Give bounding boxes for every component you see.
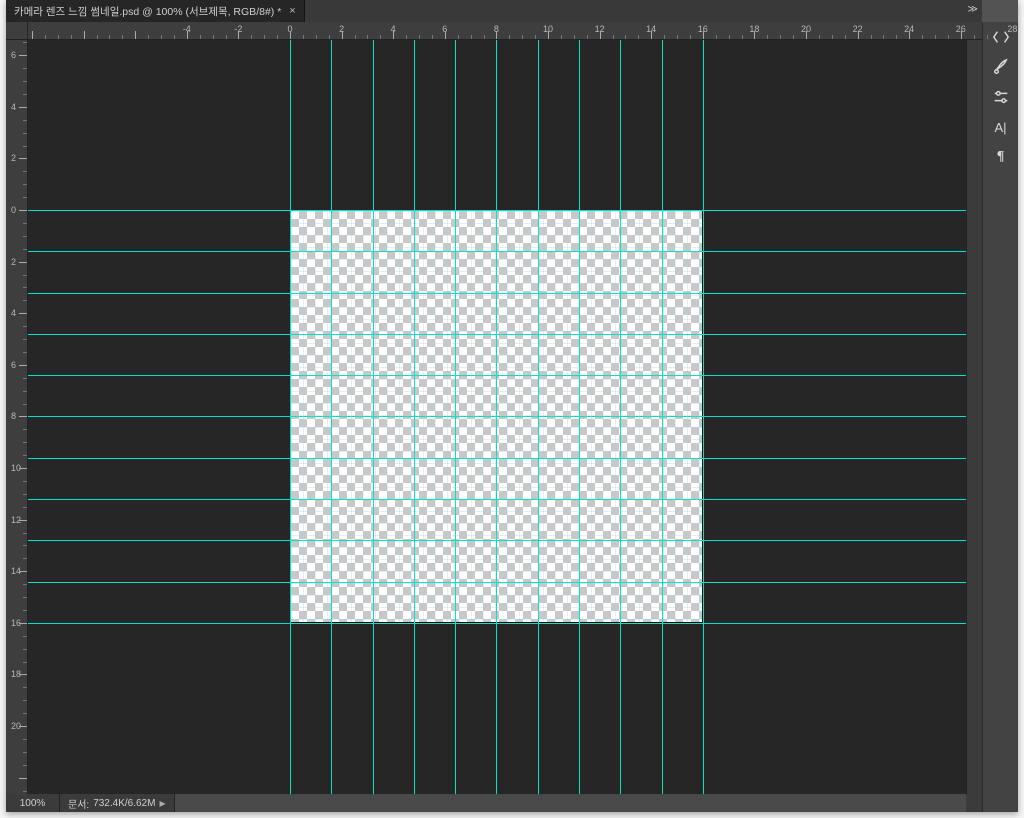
horizontal-guide[interactable] <box>28 416 966 417</box>
brush-settings-icon[interactable] <box>983 52 1018 82</box>
paragraph-panel-icon[interactable]: ¶ <box>983 142 1018 172</box>
status-scrub-area[interactable] <box>174 794 966 812</box>
document-size-readout[interactable]: 문서: 732.4K/6.62M ▶ <box>60 796 174 811</box>
ruler-origin[interactable] <box>6 22 28 40</box>
close-tab-button[interactable]: × <box>289 5 295 17</box>
tab-overflow-icon[interactable]: ≫ <box>968 4 978 15</box>
chevron-right-icon: ▶ <box>159 799 165 808</box>
horizontal-guide[interactable] <box>28 251 966 252</box>
right-panel-dock: A| ¶ <box>982 22 1018 812</box>
application-window: 카메라 렌즈 느낌 썸네일.psd @ 100% (서브제목, RGB/8#) … <box>6 0 1018 812</box>
scrollbar-corner <box>966 794 982 812</box>
horizontal-guide[interactable] <box>28 499 966 500</box>
horizontal-guide[interactable] <box>28 540 966 541</box>
sliders-icon[interactable] <box>983 82 1018 112</box>
document-tab-bar: 카메라 렌즈 느낌 썸네일.psd @ 100% (서브제목, RGB/8#) … <box>6 0 982 22</box>
horizontal-guide[interactable] <box>28 582 966 583</box>
horizontal-guide[interactable] <box>28 375 966 376</box>
zoom-level-field[interactable]: 100% <box>6 794 60 812</box>
document-tab[interactable]: 카메라 렌즈 느낌 썸네일.psd @ 100% (서브제목, RGB/8#) … <box>6 0 305 22</box>
horizontal-guide[interactable] <box>28 458 966 459</box>
status-bar: 100% 문서: 732.4K/6.62M ▶ <box>6 794 966 812</box>
horizontal-guide[interactable] <box>28 623 966 624</box>
character-panel-icon[interactable]: A| <box>983 112 1018 142</box>
horizontal-guide[interactable] <box>28 334 966 335</box>
horizontal-ruler[interactable]: -4-20246810121416182022242628 <box>28 22 982 40</box>
canvas-viewport[interactable] <box>28 40 966 794</box>
horizontal-guide[interactable] <box>28 293 966 294</box>
vertical-scrollbar[interactable] <box>966 40 982 794</box>
document-tab-title: 카메라 렌즈 느낌 썸네일.psd @ 100% (서브제목, RGB/8#) … <box>14 4 281 19</box>
vertical-ruler[interactable]: 64202468101214161820 <box>6 40 28 794</box>
horizontal-guide[interactable] <box>28 210 966 211</box>
